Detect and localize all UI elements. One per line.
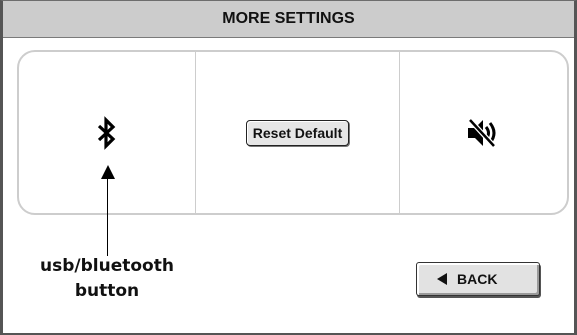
annotation-label-line2: button	[74, 281, 140, 301]
settings-panel: Reset Default	[17, 50, 569, 215]
back-button[interactable]: BACK	[416, 262, 540, 296]
settings-window: MORE SETTINGS Reset Default usb/bluetoot…	[0, 0, 577, 335]
bluetooth-icon	[97, 115, 116, 150]
reset-default-button[interactable]: Reset Default	[245, 119, 350, 146]
annotation-label: usb/bluetooth button	[3, 254, 211, 304]
annotation-line	[107, 177, 108, 256]
speaker-muted-icon	[467, 117, 496, 148]
page-title: MORE SETTINGS	[3, 1, 574, 38]
back-label: BACK	[457, 271, 498, 287]
sound-toggle-button[interactable]	[400, 52, 567, 213]
reset-cell: Reset Default	[196, 52, 399, 213]
left-triangle-icon	[437, 273, 447, 285]
annotation-label-line1: usb/bluetooth	[40, 256, 174, 276]
annotation-arrowhead	[101, 165, 115, 179]
